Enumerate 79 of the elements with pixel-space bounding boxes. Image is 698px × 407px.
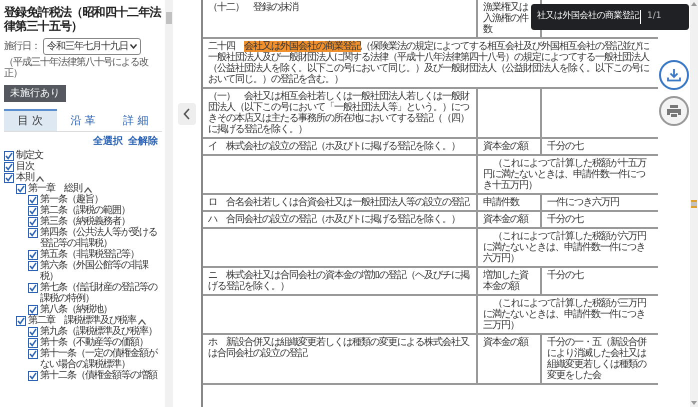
table-cell: 資本金の額	[478, 335, 542, 383]
checkbox[interactable]	[16, 184, 26, 194]
tree-item[interactable]: 第二章 課税標準及び税率	[28, 315, 136, 326]
tree-item[interactable]: 第七条（信託財産の登記等の課税の特例）	[40, 282, 162, 304]
tree-item[interactable]: 第十一条（一定の債権金額がない場合の課税標準）	[40, 348, 162, 370]
chevron-left-icon	[183, 108, 191, 120]
checkbox[interactable]	[28, 250, 38, 260]
checkbox[interactable]	[16, 316, 26, 326]
amendment-note: （平成三十年法律第八十号による改正）	[4, 57, 150, 79]
checkbox[interactable]	[4, 162, 14, 172]
table-cell-text: 千分の一・五（新設合併により消滅した会社又は組織変更若しくは種類の変更をした会	[546, 336, 648, 383]
checkbox[interactable]	[28, 371, 38, 381]
collapse-sidebar-button[interactable]	[178, 103, 196, 125]
checkbox[interactable]	[28, 228, 38, 238]
checkbox[interactable]	[28, 217, 38, 227]
tree-item[interactable]: 第十条（不動産等の価額）	[40, 337, 148, 348]
checkbox[interactable]	[28, 338, 38, 348]
tree-item[interactable]: 第五条（非課税登記等）	[40, 249, 139, 260]
chevron-up-icon[interactable]	[36, 176, 44, 182]
table-cell-text: （これによつて計算した税額が六万円に満たないときは、申請件数一件につき六万円）	[482, 230, 647, 266]
tree-item[interactable]: 第十二条（債権金額等の増額	[40, 370, 157, 381]
find-input[interactable]: 社又は外国会社の商業登記	[537, 10, 641, 24]
checkbox[interactable]	[28, 283, 38, 293]
table-cell: イ 株式会社の設立の登記（ホ及びトに掲げる登記を除く。）	[203, 139, 478, 154]
table-cell-text: （これによつて計算した税額が三万円に満たないときは、申請件数一件につき三万円）	[482, 296, 647, 333]
table-cell: （一） 会社又は相互会社若しくは一般社団法人若しくは一般財団法人（以下この号において「一般社団法人等」という。）につきその本店又は主たる事務所の所在地においてする登記（（四）に掲げる登記を除く。）	[203, 89, 478, 137]
tree-item[interactable]: 第二条（課税の範囲）	[40, 205, 130, 216]
chevron-up-icon[interactable]	[138, 319, 146, 325]
table-cell-text: （これによつて計算した税額が十五万円に満たないときは、申請件数一件につき十五万円）	[482, 156, 648, 193]
table-cell: 申請件数	[478, 195, 542, 210]
table-cell: （十二） 登録の抹消	[203, 0, 478, 37]
tree-item[interactable]: 第四条（公共法人等が受ける登記等の非課税）	[40, 227, 162, 249]
checkbox[interactable]	[28, 206, 38, 216]
select-all-link[interactable]: 全選択	[93, 135, 123, 148]
sidebar-tab[interactable]: 目 次	[4, 109, 57, 131]
dropdown-caret-icon	[130, 44, 137, 49]
tree-item[interactable]: 第三条（納税義務者）	[40, 216, 130, 227]
table-cell: 資本金の額	[478, 212, 542, 227]
table-cell-text: 一件につき六万円	[546, 196, 620, 210]
table-cell: ロ 合名会社若しくは合資会社又は一般社団法人等の設立の登記	[203, 195, 478, 210]
tree-item[interactable]: 第一条（趣旨）	[40, 194, 103, 205]
table-cell: ホ 新設合併又は組織変更若しくは種類の変更による株式会社又は合同会社の設立の登記	[203, 335, 478, 383]
sidebar-scrollbar[interactable]	[165, 0, 173, 407]
tree-item[interactable]: 第八条（納税地）	[40, 304, 112, 315]
table-cell-text: 千分の七	[546, 212, 584, 227]
checkbox[interactable]	[28, 327, 38, 337]
unenforced-button[interactable]: 未施行あり	[4, 85, 66, 102]
scrollbar-thumb[interactable]	[691, 200, 697, 208]
tree-item[interactable]: 第九条（課税標準及び税率）	[40, 326, 157, 337]
tree-item[interactable]: 本則	[16, 172, 34, 183]
print-button[interactable]	[659, 96, 689, 126]
table-cell: 資本金の額	[478, 139, 542, 154]
printer-icon	[666, 104, 682, 118]
table-cell-text: 千分の七	[546, 140, 584, 154]
deselect-all-link[interactable]: 全解除	[128, 135, 158, 148]
law-title: 登録免許税法（昭和四十二年法律第三十五号）	[4, 5, 162, 33]
match-count: 1/1	[647, 10, 662, 24]
checkbox[interactable]	[4, 151, 14, 161]
checkbox[interactable]	[28, 305, 38, 315]
table-cell: 増加した資本金の額	[478, 268, 542, 294]
date-label: 施行日：	[4, 40, 40, 54]
tree-item[interactable]: 制定文	[16, 150, 43, 161]
table-cell-text: 千分の七	[546, 268, 584, 283]
table-cell: ハ 合同会社の設立の登記（ホ及びトに掲げる登記を除く。）	[203, 212, 478, 227]
tree-item[interactable]: 第一章 総則	[28, 183, 82, 194]
chevron-up-icon[interactable]	[84, 187, 92, 193]
download-button[interactable]	[659, 60, 689, 90]
checkbox[interactable]	[28, 261, 38, 271]
download-icon	[666, 67, 682, 83]
table-cell-text: 二十四 会社又は外国会社の商業登記（保険業法の規定によつてする相互会社及び外国相互会社の登記並びに一般社団法人及び一般財団法人に関する法律（平成十八年法律第四十八号）の規定によつてする一般社団法人（公益社団法人を除く。以下この号において同じ。）及び一般財団法人（公益財団法人を除く。以下この号において同じ。）の登記を含む。）	[207, 40, 650, 87]
tree-item[interactable]: 目次	[16, 161, 34, 172]
checkbox[interactable]	[28, 349, 38, 359]
page-scrollbar[interactable]	[690, 0, 698, 407]
checkbox[interactable]	[28, 195, 38, 205]
tree-item[interactable]: 第六条（外国公館等の非課税）	[40, 260, 162, 282]
checkbox[interactable]	[4, 173, 14, 183]
table-cell: ニ 株式会社又は合同会社の資本金の増加の登記（ヘ及びチに掲げる登記を除く。）	[203, 268, 478, 294]
date-select[interactable]: 令和三年七月十九日	[43, 38, 141, 55]
scrollbar-thumb[interactable]	[166, 12, 172, 24]
